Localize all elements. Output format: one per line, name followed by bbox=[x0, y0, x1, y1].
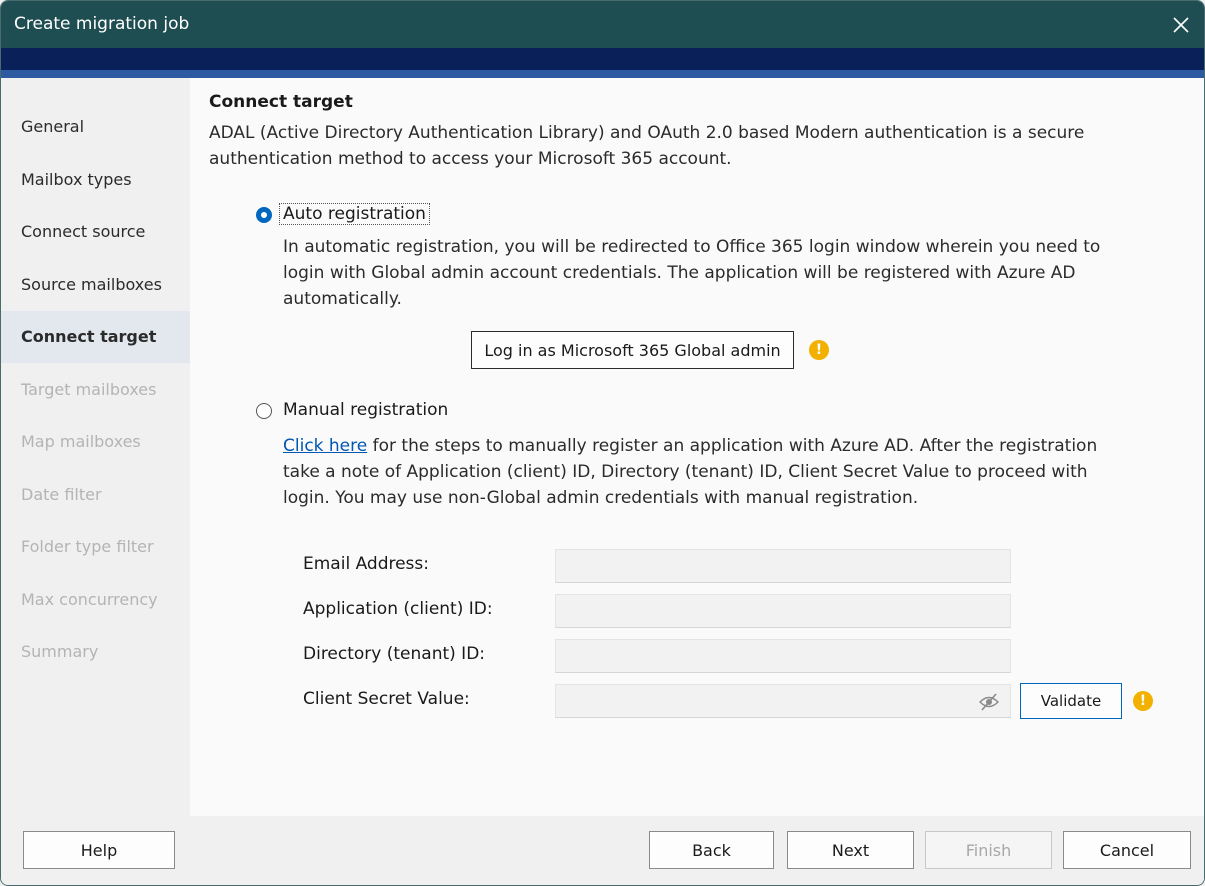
next-button[interactable]: Next bbox=[787, 831, 914, 869]
sidebar-item-folder-type-filter: Folder type filter bbox=[21, 537, 154, 556]
warning-icon: ! bbox=[809, 340, 829, 360]
client-secret-label: Client Secret Value: bbox=[303, 689, 470, 709]
sidebar-item-connect-target[interactable]: Connect target bbox=[1, 311, 190, 363]
sidebar-item-target-mailboxes: Target mailboxes bbox=[21, 380, 157, 399]
validate-button[interactable]: Validate bbox=[1020, 683, 1122, 719]
click-here-link[interactable]: Click here bbox=[283, 436, 367, 456]
client-id-field[interactable] bbox=[555, 594, 1011, 628]
finish-button: Finish bbox=[925, 831, 1052, 869]
dialog-footer: Help Back Next Finish Cancel bbox=[1, 816, 1204, 885]
close-button[interactable] bbox=[1158, 1, 1204, 48]
sidebar-item-mailbox-types[interactable]: Mailbox types bbox=[1, 154, 190, 206]
auto-registration-label-text: Auto registration bbox=[279, 203, 430, 225]
sidebar-item-summary: Summary bbox=[21, 642, 99, 661]
migration-dialog: Create migration job General Mailbox typ… bbox=[0, 0, 1205, 886]
page-description: ADAL (Active Directory Authentication Li… bbox=[209, 123, 1085, 169]
client-secret-field[interactable] bbox=[555, 684, 1011, 718]
auto-registration-description: In automatic registration, you will be r… bbox=[283, 237, 1101, 309]
wizard-sidebar: General Mailbox types Connect source Sou… bbox=[1, 78, 190, 816]
validate-warning-icon: ! bbox=[1133, 691, 1153, 711]
reveal-password-button[interactable] bbox=[978, 692, 1000, 712]
page-title: Connect target bbox=[209, 92, 353, 112]
sidebar-item-general[interactable]: General bbox=[1, 101, 190, 153]
manual-registration-text: for the steps to manually register an ap… bbox=[283, 436, 1098, 508]
sidebar-item-max-concurrency: Max concurrency bbox=[21, 590, 158, 609]
content-panel: Connect target ADAL (Active Directory Au… bbox=[190, 78, 1204, 816]
email-label: Email Address: bbox=[303, 554, 429, 574]
sidebar-item-map-mailboxes: Map mailboxes bbox=[21, 432, 141, 451]
cancel-button[interactable]: Cancel bbox=[1063, 831, 1191, 869]
sidebar-item-connect-source[interactable]: Connect source bbox=[1, 206, 190, 258]
sidebar-item-date-filter: Date filter bbox=[21, 485, 102, 504]
auto-registration-label[interactable]: Auto registration bbox=[279, 203, 430, 225]
help-button[interactable]: Help bbox=[23, 831, 175, 869]
global-admin-login-button[interactable]: Log in as Microsoft 365 Global admin bbox=[471, 331, 794, 369]
manual-registration-description: Click here for the steps to manually reg… bbox=[283, 433, 1133, 511]
manual-registration-label[interactable]: Manual registration bbox=[283, 400, 448, 420]
header-band-accent bbox=[1, 70, 1204, 78]
email-field[interactable] bbox=[555, 549, 1011, 583]
close-icon bbox=[1173, 16, 1189, 33]
auto-registration-radio[interactable] bbox=[256, 207, 272, 223]
title-bar: Create migration job bbox=[1, 1, 1204, 48]
window-title: Create migration job bbox=[14, 14, 190, 34]
tenant-id-label: Directory (tenant) ID: bbox=[303, 644, 486, 664]
eye-slash-icon bbox=[979, 693, 999, 711]
client-id-label: Application (client) ID: bbox=[303, 599, 493, 619]
sidebar-item-source-mailboxes[interactable]: Source mailboxes bbox=[1, 259, 190, 311]
back-button[interactable]: Back bbox=[649, 831, 774, 869]
header-band bbox=[1, 48, 1204, 70]
manual-registration-radio[interactable] bbox=[256, 403, 272, 419]
tenant-id-field[interactable] bbox=[555, 639, 1011, 673]
